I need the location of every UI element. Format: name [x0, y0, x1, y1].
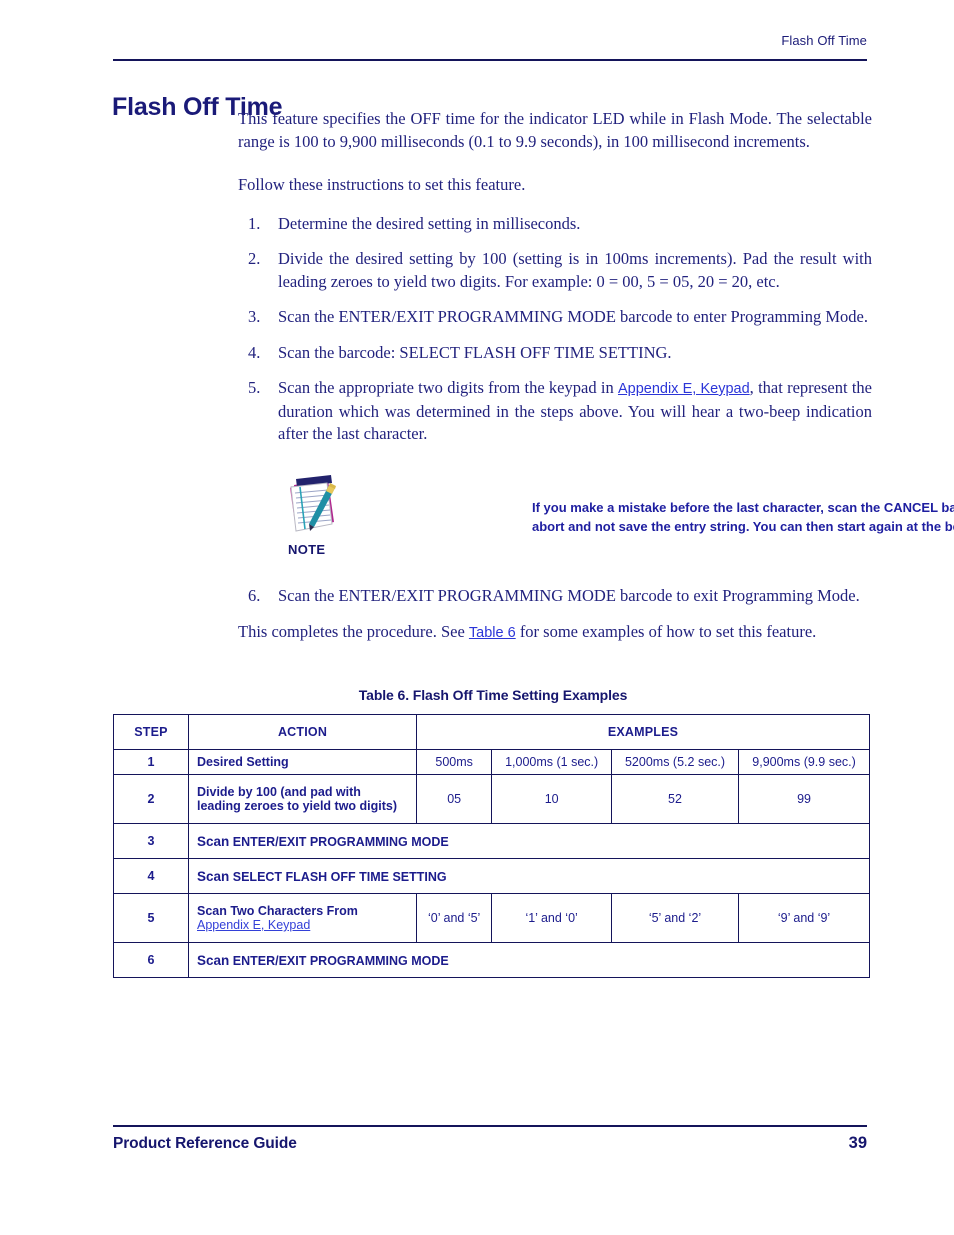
row-action-scan-word: Scan: [197, 952, 230, 968]
row-example-value: 05: [415, 774, 493, 824]
step-text-before-link: Scan the appropriate two digits from the…: [278, 378, 618, 397]
step-number: 6.: [248, 586, 261, 605]
table-row: 5 Scan Two Characters From Appendix E, K…: [113, 893, 870, 943]
table-row: 1 Desired Setting 500ms 1,000ms (1 sec.)…: [113, 749, 870, 775]
step-number: 1.: [248, 213, 261, 233]
row-step-number: 2: [113, 774, 189, 824]
column-header-action: ACTION: [188, 714, 417, 750]
table-row: 2 Divide by 100 (and pad with leading ze…: [113, 774, 870, 824]
list-item: 4. Scan the barcode: SELECT FLASH OFF TIM…: [238, 342, 872, 365]
document-page: Flash Off Time Flash Off Time This featu…: [0, 0, 954, 1235]
row-action: Scan SELECT FLASH OFF TIME SETTING: [188, 858, 870, 894]
row-action-rest: SELECT FLASH OFF TIME SETTING: [229, 869, 447, 884]
body-column: This feature specifies the OFF time for …: [238, 108, 872, 459]
running-header: Flash Off Time: [781, 33, 867, 48]
row-step-number: 6: [113, 942, 189, 978]
row-action-scan-word: Scan: [197, 833, 230, 849]
flash-off-time-examples-table: STEP ACTION EXAMPLES 1 Desired Setting 5…: [113, 714, 870, 978]
row-example-value: 1,000ms (1 sec.): [491, 749, 612, 775]
table-6-link[interactable]: Table 6: [469, 625, 516, 641]
row-action: Desired Setting: [188, 749, 417, 775]
list-item: 1. Determine the desired setting in milli…: [238, 213, 872, 236]
note-label: NOTE: [288, 542, 326, 557]
closing-text-before-link: This completes the procedure. See: [238, 621, 469, 641]
appendix-e-keypad-link[interactable]: Appendix E, Keypad: [197, 918, 408, 932]
row-action-line-1: Divide by 100 (and pad with: [197, 785, 361, 799]
row-example-value: ‘5’ and ‘2’: [610, 893, 740, 943]
closing-paragraph: This completes the procedure. See Table …: [238, 621, 872, 645]
header-divider-rule: [113, 59, 867, 61]
row-action-scan-word: Scan: [197, 868, 230, 884]
intro-paragraph: This feature specifies the OFF time for …: [238, 109, 872, 151]
list-item: 2. Divide the desired setting by 100 (set…: [238, 248, 872, 293]
step-text: Scan the ENTER/EXIT PROGRAMMING MODE bar…: [278, 307, 868, 326]
appendix-e-keypad-link[interactable]: Appendix E, Keypad: [618, 381, 750, 397]
list-item: 5. Scan the appropriate two digits from t…: [238, 377, 872, 446]
table-row: 6 Scan ENTER/EXIT PROGRAMMING MODE: [113, 942, 870, 978]
step-number: 2.: [248, 249, 261, 268]
row-action-rest: ENTER/EXIT PROGRAMMING MODE: [229, 953, 449, 968]
table-header-row: STEP ACTION EXAMPLES: [113, 714, 870, 750]
row-action-text: Scan Two Characters From: [197, 904, 358, 918]
row-example-value: 99: [738, 774, 870, 824]
procedure-step-list: 1. Determine the desired setting in milli…: [238, 213, 872, 446]
list-item: 3. Scan the ENTER/EXIT PROGRAMMING MODE b…: [238, 306, 872, 329]
step-number: 5.: [248, 378, 261, 397]
row-step-number: 5: [113, 893, 189, 943]
row-example-value: 52: [610, 774, 740, 824]
note-text: If you make a mistake before the last ch…: [532, 498, 954, 536]
row-action: Scan ENTER/EXIT PROGRAMMING MODE: [188, 942, 870, 978]
step-text: Divide the desired setting by 100 (setti…: [278, 249, 872, 291]
row-step-number: 1: [113, 749, 189, 775]
row-action-line-2: leading zeroes to yield two digits): [197, 799, 398, 813]
list-item: 6. Scan the ENTER/EXIT PROGRAMMING MODE b…: [238, 585, 872, 608]
row-action: Scan Two Characters From Appendix E, Key…: [188, 893, 417, 943]
step-number: 4.: [248, 342, 261, 362]
column-header-examples: EXAMPLES: [416, 714, 870, 750]
footer-divider-rule: [113, 1125, 867, 1127]
row-action: Scan ENTER/EXIT PROGRAMMING MODE: [188, 823, 870, 859]
row-example-value: 500ms: [415, 749, 493, 775]
closing-block: 6. Scan the ENTER/EXIT PROGRAMMING MODE b…: [238, 585, 872, 644]
notepad-pencil-icon: [284, 474, 340, 536]
footer-page-number: 39: [848, 1134, 867, 1152]
step-text: Scan the ENTER/EXIT PROGRAMMING MODE bar…: [278, 586, 860, 605]
table-row: 4 Scan SELECT FLASH OFF TIME SETTING: [113, 858, 870, 894]
row-example-value: 10: [491, 774, 612, 824]
row-example-value: ‘1’ and ‘0’: [491, 893, 612, 943]
step-text: Determine the desired setting in millise…: [278, 213, 581, 233]
step-text: Scan the barcode: SELECT FLASH OFF TIME …: [278, 342, 672, 362]
column-header-step: STEP: [113, 714, 189, 750]
row-example-value: 9,900ms (9.9 sec.): [738, 749, 870, 775]
row-example-value: ‘9’ and ‘9’: [738, 893, 870, 943]
row-example-value: 5200ms (5.2 sec.): [610, 749, 740, 775]
table-caption: Table 6. Flash Off Time Setting Examples: [358, 687, 628, 703]
step-number: 3.: [248, 307, 261, 326]
procedure-step-list-continued: 6. Scan the ENTER/EXIT PROGRAMMING MODE b…: [238, 585, 872, 608]
table-row: 3 Scan ENTER/EXIT PROGRAMMING MODE: [113, 823, 870, 859]
follow-instructions-paragraph: Follow these instructions to set this fe…: [238, 175, 526, 194]
row-example-value: ‘0’ and ‘5’: [415, 893, 493, 943]
row-action: Divide by 100 (and pad with leading zero…: [188, 774, 417, 824]
note-text-line-2: abort and not save the entry string. You…: [532, 519, 954, 534]
note-text-line-1: If you make a mistake before the last ch…: [532, 500, 954, 515]
closing-text-after-link: for some examples of how to set this fea…: [515, 621, 817, 641]
row-step-number: 4: [113, 858, 189, 894]
row-action-rest: ENTER/EXIT PROGRAMMING MODE: [229, 834, 449, 849]
row-step-number: 3: [113, 823, 189, 859]
